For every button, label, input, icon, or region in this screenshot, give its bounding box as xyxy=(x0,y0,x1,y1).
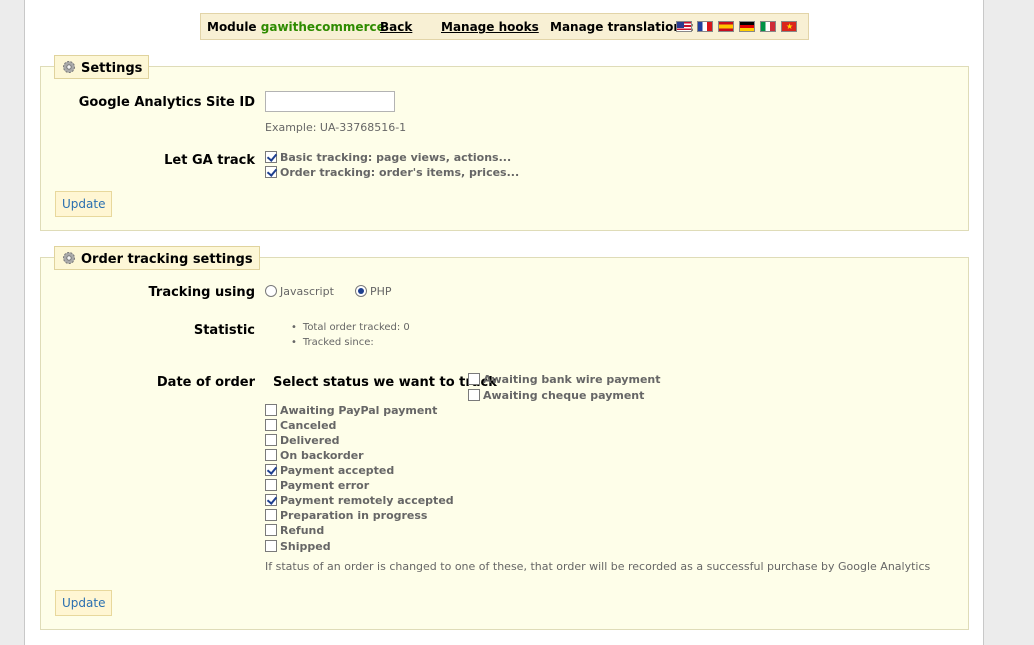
order-tracking-legend-text: Order tracking settings xyxy=(81,252,253,267)
status-label: Canceled xyxy=(280,419,337,432)
status-checkbox[interactable] xyxy=(468,373,480,385)
status-label: Preparation in progress xyxy=(280,509,428,522)
tracking-using-label: Tracking using xyxy=(148,285,255,300)
status-label: Payment accepted xyxy=(280,464,395,477)
module-label: Module gawithecommerce xyxy=(207,20,385,34)
order-tracking-fieldset: Order tracking settings Tracking using J… xyxy=(40,246,969,630)
statistic-label: Statistic xyxy=(193,323,255,338)
status-option[interactable]: Refund xyxy=(265,524,324,538)
stat-tracked-since: Tracked since: xyxy=(291,337,410,352)
tracking-javascript-option[interactable]: Javascript xyxy=(265,285,334,299)
select-status-label: Select status we want to track xyxy=(273,375,497,390)
status-checkbox[interactable] xyxy=(265,494,277,506)
order-tracking-legend: Order tracking settings xyxy=(54,246,260,270)
status-option[interactable]: Awaiting bank wire payment xyxy=(468,373,661,387)
order-tracking-label: Order tracking: order's items, prices... xyxy=(280,166,520,179)
site-id-example: Example: UA-33768516-1 xyxy=(265,121,407,134)
flag-fr-icon[interactable] xyxy=(697,21,713,32)
status-option[interactable]: Payment error xyxy=(265,479,369,493)
status-option[interactable]: Shipped xyxy=(265,540,331,554)
status-checkbox[interactable] xyxy=(265,419,277,431)
tracking-php-option[interactable]: PHP xyxy=(355,285,392,299)
tracking-javascript-radio[interactable] xyxy=(265,285,277,297)
let-ga-track-label: Let GA track xyxy=(164,153,255,168)
gear-icon xyxy=(61,250,77,266)
tracking-php-label: PHP xyxy=(370,285,392,298)
tracking-php-radio[interactable] xyxy=(355,285,367,297)
date-of-order-label: Date of order xyxy=(156,375,255,390)
settings-update-button[interactable]: Update xyxy=(55,191,113,217)
settings-legend: Settings xyxy=(54,55,150,79)
status-option[interactable]: Canceled xyxy=(265,419,336,433)
module-label-text: Module xyxy=(207,20,257,34)
flag-it-icon[interactable] xyxy=(760,21,776,32)
tracking-javascript-label: Javascript xyxy=(280,285,334,298)
status-checkbox[interactable] xyxy=(265,479,277,491)
status-checkbox[interactable] xyxy=(265,540,277,552)
settings-fieldset: Settings Google Analytics Site ID Exampl… xyxy=(40,55,969,231)
flag-es-icon[interactable] xyxy=(718,21,734,32)
site-id-label: Google Analytics Site ID xyxy=(78,95,255,110)
basic-tracking-option[interactable]: Basic tracking: page views, actions... xyxy=(265,151,511,165)
basic-tracking-label: Basic tracking: page views, actions... xyxy=(280,151,512,164)
order-tracking-checkbox[interactable] xyxy=(265,166,277,178)
gear-icon xyxy=(61,59,77,75)
status-option[interactable]: Delivered xyxy=(265,434,340,448)
status-label: Awaiting cheque payment xyxy=(483,389,645,402)
basic-tracking-checkbox[interactable] xyxy=(265,151,277,163)
status-note: If status of an order is changed to one … xyxy=(265,560,931,573)
status-option[interactable]: On backorder xyxy=(265,449,364,463)
status-option[interactable]: Payment remotely accepted xyxy=(265,494,454,508)
back-link[interactable]: Back xyxy=(380,20,412,34)
status-label: Payment remotely accepted xyxy=(280,494,454,507)
status-option[interactable]: Awaiting cheque payment xyxy=(468,389,644,403)
order-tracking-option[interactable]: Order tracking: order's items, prices... xyxy=(265,166,519,180)
status-checkbox[interactable] xyxy=(265,464,277,476)
status-checkbox[interactable] xyxy=(468,389,480,401)
manage-hooks-link[interactable]: Manage hooks xyxy=(441,20,539,34)
status-label: Shipped xyxy=(280,540,331,553)
status-label: Delivered xyxy=(280,434,340,447)
status-label: Awaiting PayPal payment xyxy=(280,404,438,417)
flag-de-icon[interactable] xyxy=(739,21,755,32)
module-name: gawithecommerce xyxy=(260,20,385,34)
status-label: Awaiting bank wire payment xyxy=(483,373,661,386)
status-label: Refund xyxy=(280,524,325,537)
flag-en-icon[interactable] xyxy=(676,21,692,32)
module-toolbar: Module gawithecommerce Back Manage hooks… xyxy=(200,13,809,40)
status-option[interactable]: Payment accepted xyxy=(265,464,394,478)
status-option[interactable]: Preparation in progress xyxy=(265,509,427,523)
manage-translations-label: Manage translations: xyxy=(550,20,694,34)
statistic-list: Total order tracked: 0 Tracked since: xyxy=(291,322,410,352)
site-id-input[interactable] xyxy=(265,91,395,112)
settings-legend-text: Settings xyxy=(81,61,143,76)
status-checkbox[interactable] xyxy=(265,449,277,461)
page: Module gawithecommerce Back Manage hooks… xyxy=(24,0,984,645)
status-checkbox[interactable] xyxy=(265,404,277,416)
status-checkbox[interactable] xyxy=(265,509,277,521)
stat-total-orders: Total order tracked: 0 xyxy=(291,322,410,337)
status-option[interactable]: Awaiting PayPal payment xyxy=(265,404,437,418)
status-checkbox[interactable] xyxy=(265,434,277,446)
status-checkbox[interactable] xyxy=(265,524,277,536)
flag-vn-icon[interactable]: ★ xyxy=(781,21,797,32)
status-label: Payment error xyxy=(280,479,370,492)
order-tracking-update-button[interactable]: Update xyxy=(55,590,113,616)
status-label: On backorder xyxy=(280,449,364,462)
